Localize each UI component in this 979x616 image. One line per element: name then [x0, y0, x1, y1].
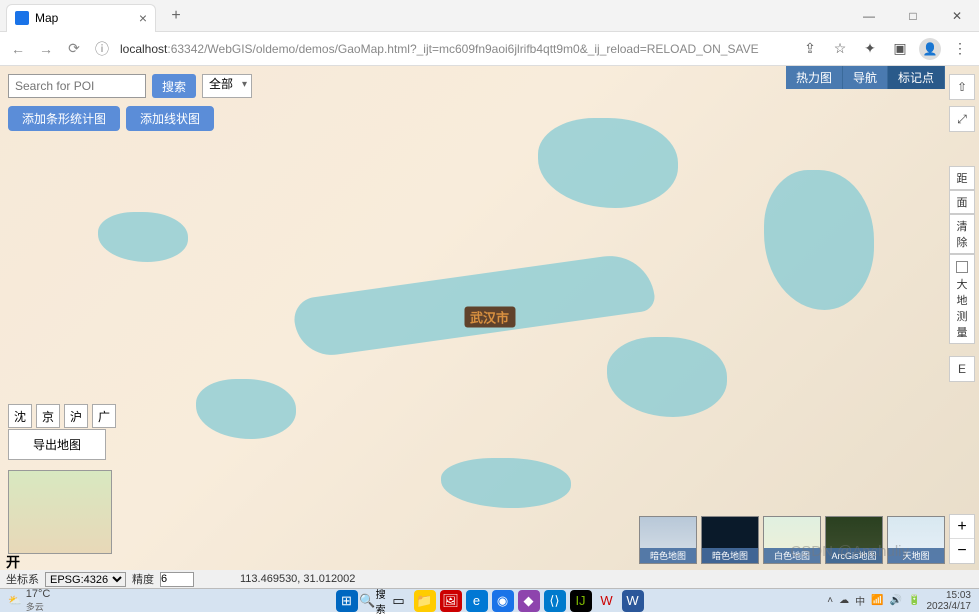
city-shortcuts: 沈 京 沪 广 — [8, 404, 116, 428]
lake — [98, 212, 188, 262]
wifi-icon[interactable]: 📶 — [871, 595, 883, 606]
new-tab-button[interactable]: + — [162, 2, 190, 30]
zoom-control: + − — [949, 514, 975, 564]
tray-arrow-icon[interactable]: ˄ — [827, 595, 833, 606]
city-beijing[interactable]: 京 — [36, 404, 60, 428]
chrome-icon[interactable]: ◉ — [492, 590, 514, 612]
clock-date: 2023/4/17 — [927, 601, 972, 612]
city-label: 武汉市 — [464, 306, 515, 327]
wps-icon[interactable]: W — [596, 590, 618, 612]
photos-icon[interactable]: 🖼 — [440, 590, 462, 612]
basemap-dark1[interactable]: 暗色地图 — [639, 516, 697, 564]
area-tool[interactable]: 面 — [949, 190, 975, 214]
lake — [196, 379, 296, 439]
coordinates-readout: 113.469530, 31.012002 — [240, 573, 355, 585]
watermark: CSDN @Anchuliy — [790, 543, 909, 560]
map-layer-tabs: 热力图 导航 标记点 — [786, 66, 945, 89]
windows-taskbar: ⛅ 17°C 多云 ⊞ 🔍 搜索 ▭ 📁 🖼 e ◉ ◆ ⟨⟩ IJ W W ˄… — [0, 588, 979, 612]
explorer-icon[interactable]: 📁 — [414, 590, 436, 612]
zoom-in-button[interactable]: + — [950, 515, 974, 539]
river — [291, 250, 656, 360]
basemap-label: 暗色地图 — [702, 548, 758, 563]
extensions-icon[interactable]: ✦ — [859, 40, 881, 57]
volume-icon[interactable]: 🔊 — [890, 595, 902, 606]
geodesic-toggle[interactable]: 大地测量 — [949, 254, 975, 344]
weather-condition: 多云 — [26, 600, 51, 613]
menu-icon[interactable]: ⋮ — [949, 40, 971, 57]
window-titlebar: Map × + — □ ✕ — [0, 0, 979, 32]
category-select[interactable]: 全部 — [202, 74, 252, 98]
city-shanghai[interactable]: 沪 — [64, 404, 88, 428]
close-icon[interactable]: × — [139, 10, 147, 26]
basemap-label: 暗色地图 — [640, 548, 696, 563]
search-input[interactable] — [8, 74, 146, 98]
ime-indicator[interactable]: 中 — [855, 593, 865, 608]
close-window-icon[interactable]: ✕ — [935, 0, 979, 32]
forward-icon: → — [36, 41, 56, 57]
north-arrow-icon[interactable]: ⇧ — [949, 74, 975, 100]
status-bar: 坐标系 EPSG:4326 精度 113.469530, 31.012002 — [0, 570, 979, 588]
profile-avatar[interactable]: 👤 — [919, 38, 941, 60]
export-map-button[interactable]: 导出地图 — [8, 429, 106, 460]
weather-icon[interactable]: ⛅ — [8, 594, 22, 607]
east-indicator[interactable]: E — [949, 356, 975, 382]
geodesic-checkbox[interactable] — [956, 261, 968, 273]
url-field[interactable]: localhost:63342/WebGIS/oldemo/demos/GaoM… — [120, 42, 791, 56]
tab-heatmap[interactable]: 热力图 — [786, 66, 843, 89]
tab-navigation[interactable]: 导航 — [843, 66, 888, 89]
precision-label: 精度 — [132, 571, 154, 587]
battery-icon[interactable]: 🔋 — [908, 595, 920, 606]
search-button[interactable]: 搜索 — [152, 74, 196, 98]
maximize-icon[interactable]: □ — [891, 0, 935, 32]
clock-time[interactable]: 15:03 — [927, 590, 972, 601]
url-host: localhost — [120, 42, 167, 56]
add-line-chart-button[interactable]: 添加线状图 — [126, 106, 214, 131]
info-icon[interactable]: ⓘ — [92, 39, 112, 59]
lake — [764, 170, 874, 310]
share-icon[interactable]: ⇪ — [799, 40, 821, 57]
url-path: :63342/WebGIS/oldemo/demos/GaoMap.html?_… — [167, 42, 758, 56]
crs-select[interactable]: EPSG:4326 — [45, 572, 126, 587]
back-icon[interactable]: ← — [8, 41, 28, 57]
lake — [538, 118, 678, 208]
precision-input[interactable] — [160, 572, 194, 587]
map-canvas[interactable]: 武汉市 搜索 全部 添加条形统计图 添加线状图 热力图 导航 标记点 ⇧ ⤢ 距… — [0, 66, 979, 588]
reload-icon[interactable]: ⟳ — [64, 40, 84, 57]
word-icon[interactable]: W — [622, 590, 644, 612]
fullscreen-icon[interactable]: ⤢ — [949, 106, 975, 132]
favicon — [15, 11, 29, 25]
zoom-out-button[interactable]: − — [950, 539, 974, 563]
edge-icon[interactable]: e — [466, 590, 488, 612]
distance-tool[interactable]: 距 — [949, 166, 975, 190]
browser-tab[interactable]: Map × — [6, 4, 156, 32]
add-bar-chart-button[interactable]: 添加条形统计图 — [8, 106, 120, 131]
lake — [607, 337, 727, 417]
star-icon[interactable]: ☆ — [829, 40, 851, 57]
vscode-icon[interactable]: ⟨⟩ — [544, 590, 566, 612]
overview-map[interactable] — [8, 470, 112, 554]
tab-marker[interactable]: 标记点 — [888, 66, 945, 89]
open-label: 开 — [6, 552, 20, 572]
basemap-dark2[interactable]: 暗色地图 — [701, 516, 759, 564]
city-guangzhou[interactable]: 广 — [92, 404, 116, 428]
lake — [441, 458, 571, 508]
onedrive-icon[interactable]: ☁ — [839, 595, 849, 606]
city-shenyang[interactable]: 沈 — [8, 404, 32, 428]
start-icon[interactable]: ⊞ — [336, 590, 358, 612]
vs-icon[interactable]: ◆ — [518, 590, 540, 612]
reading-list-icon[interactable]: ▣ — [889, 40, 911, 57]
temperature: 17°C — [26, 588, 51, 600]
clear-tool[interactable]: 清除 — [949, 214, 975, 254]
taskbar-search[interactable]: 🔍 搜索 — [362, 590, 384, 612]
minimize-icon[interactable]: — — [847, 0, 891, 32]
geodesic-label: 大地测量 — [957, 279, 968, 339]
tab-title: Map — [35, 11, 58, 25]
address-bar: ← → ⟳ ⓘ localhost:63342/WebGIS/oldemo/de… — [0, 32, 979, 66]
crs-label: 坐标系 — [6, 571, 39, 587]
intellij-icon[interactable]: IJ — [570, 590, 592, 612]
task-view-icon[interactable]: ▭ — [388, 590, 410, 612]
